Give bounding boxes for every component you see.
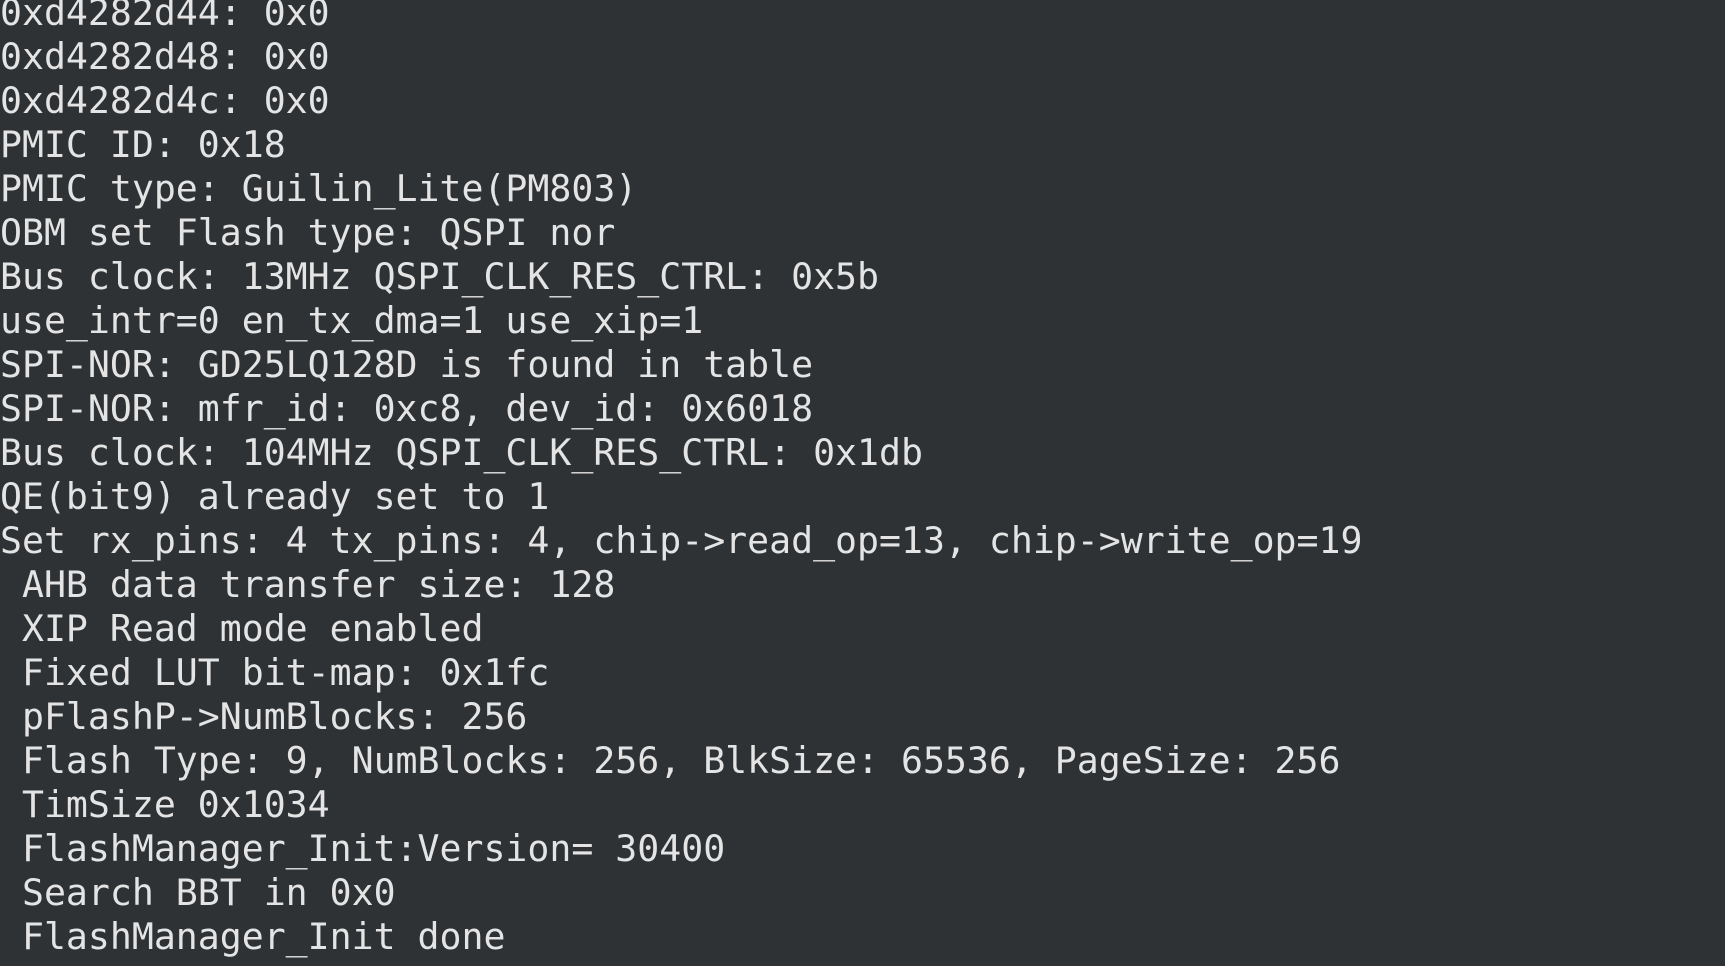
terminal-line: TimSize 0x1034 [0,783,330,826]
terminal-line: 0xd4282d44: 0x0 [0,0,330,34]
terminal-line: Flash Type: 9, NumBlocks: 256, BlkSize: … [0,739,1341,782]
terminal-output: 0xd4282d44: 0x0 0xd4282d48: 0x0 0xd4282d… [0,0,1362,959]
terminal-line: XIP Read mode enabled [0,607,484,650]
terminal-window[interactable]: 0xd4282d44: 0x0 0xd4282d48: 0x0 0xd4282d… [0,0,1725,966]
terminal-line: use_intr=0 en_tx_dma=1 use_xip=1 [0,299,704,342]
terminal-line: FlashManager_Init:Version= 30400 [0,827,726,870]
terminal-line: PMIC type: Guilin_Lite(PM803) [0,167,638,210]
terminal-line: 0xd4282d4c: 0x0 [0,79,330,122]
terminal-line: SPI-NOR: mfr_id: 0xc8, dev_id: 0x6018 [0,387,814,430]
terminal-line: OBM set Flash type: QSPI nor [0,211,616,254]
terminal-line: AHB data transfer size: 128 [0,563,616,606]
terminal-line: Bus clock: 104MHz QSPI_CLK_RES_CTRL: 0x1… [0,431,923,474]
terminal-line: PMIC ID: 0x18 [0,123,286,166]
terminal-line: SPI-NOR: GD25LQ128D is found in table [0,343,814,386]
terminal-line: QE(bit9) already set to 1 [0,475,550,518]
terminal-line: FlashManager_Init done [0,915,506,958]
terminal-line: pFlashP->NumBlocks: 256 [0,695,528,738]
terminal-line: Search BBT in 0x0 [0,871,396,914]
terminal-line: Set rx_pins: 4 tx_pins: 4, chip->read_op… [0,519,1363,562]
terminal-line: Bus clock: 13MHz QSPI_CLK_RES_CTRL: 0x5b [0,255,879,298]
terminal-line: Fixed LUT bit-map: 0x1fc [0,651,550,694]
terminal-line: 0xd4282d48: 0x0 [0,35,330,78]
